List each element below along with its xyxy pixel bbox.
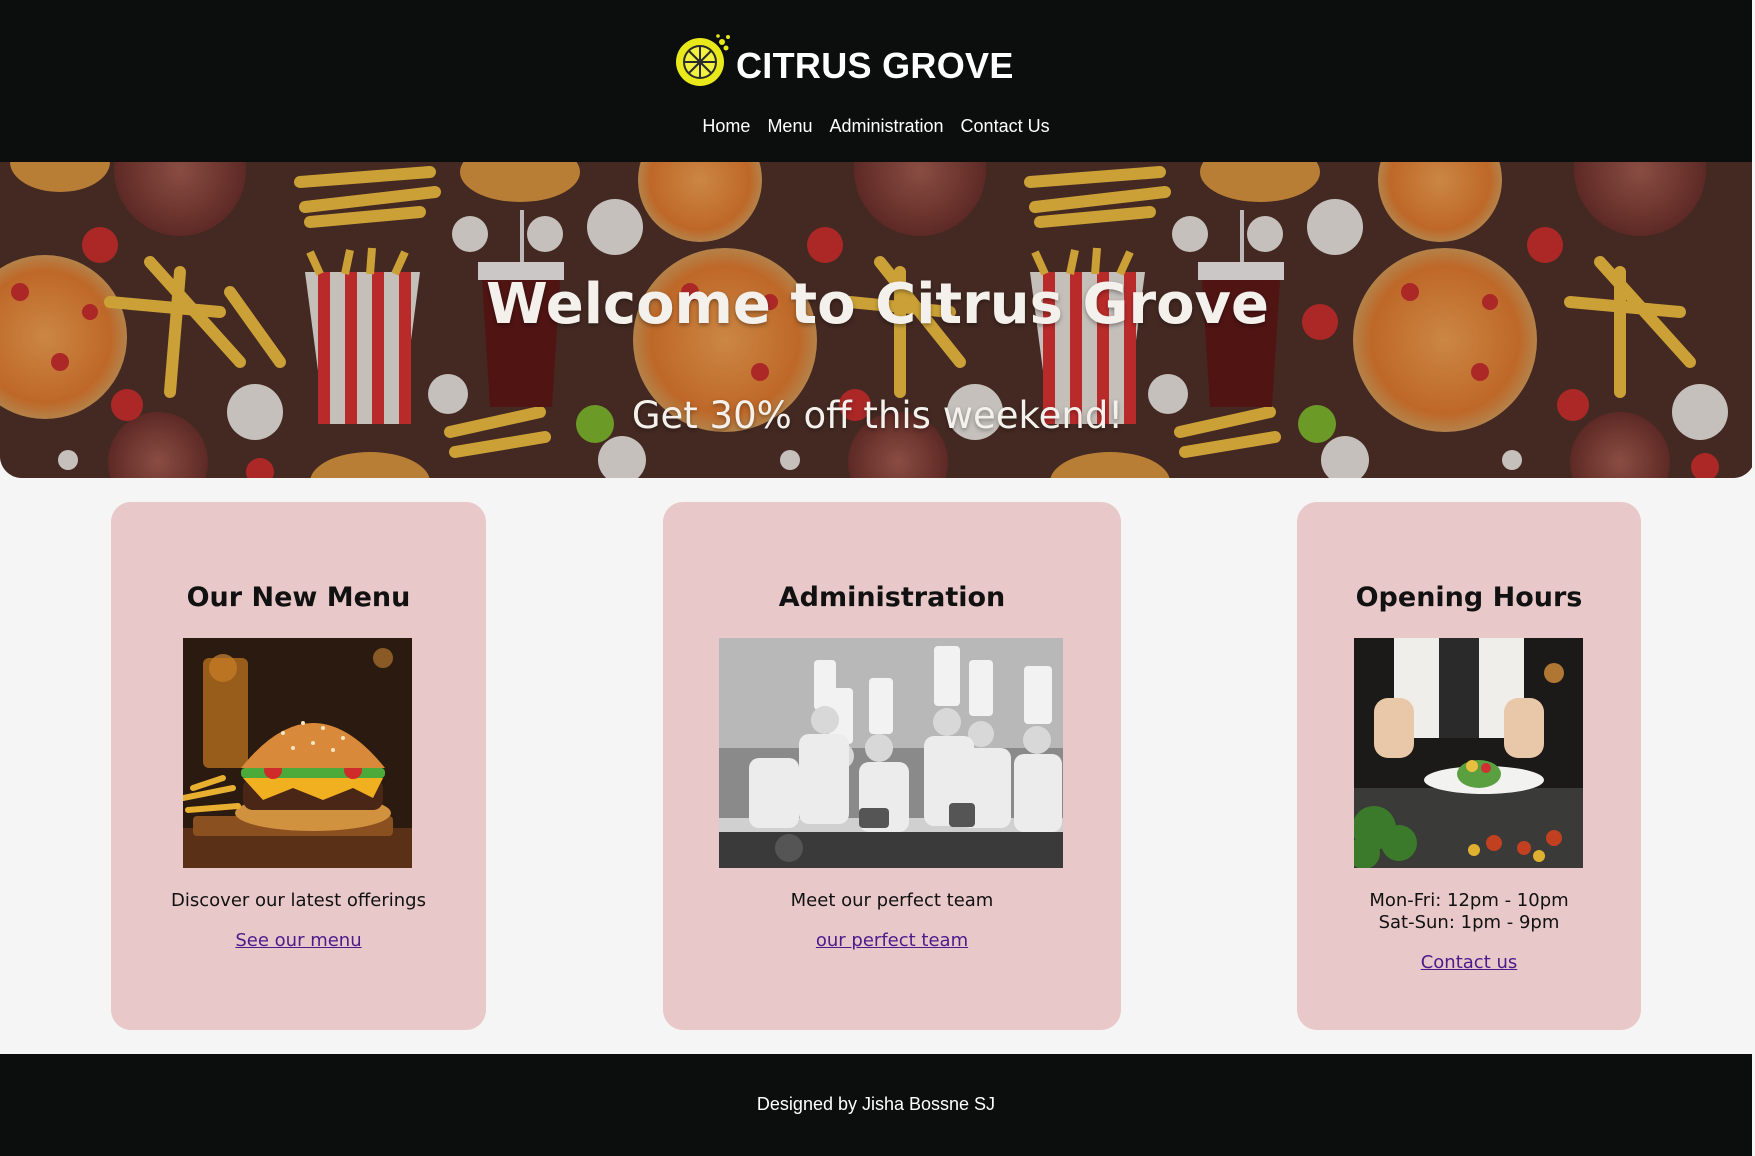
hero-subtitle: Get 30% off this weekend! — [631, 394, 1124, 437]
chefs-team-photo — [719, 638, 1063, 868]
nav-contact-link[interactable]: Contact Us — [961, 116, 1050, 136]
weekday-hours: Mon-Fri: 12pm - 10pm — [1369, 890, 1569, 911]
card-title: Administration — [778, 582, 1006, 613]
hero-banner: Welcome to Citrus Grove Get 30% off this… — [0, 162, 1755, 478]
menu-card: Our New Menu Discover our latest offerin… — [111, 502, 486, 1030]
nav-menu-link[interactable]: Menu — [767, 116, 812, 136]
contact-link[interactable]: Contact us — [1297, 952, 1641, 973]
brand[interactable]: CITRUS GROVE — [674, 30, 1014, 90]
hours-text: Mon-Fri: 12pm - 10pm Sat-Sun: 1pm - 9pm — [1297, 890, 1641, 934]
footer-credit: Designed by Jisha Bossne SJ — [756, 1094, 996, 1114]
main-nav: Home Menu Administration Contact Us — [0, 116, 1752, 137]
weekend-hours: Sat-Sun: 1pm - 9pm — [1378, 912, 1560, 933]
card-description: Discover our latest offerings — [171, 890, 426, 911]
card-description: Meet our perfect team — [790, 890, 994, 911]
card-title: Our New Menu — [186, 582, 411, 613]
see-menu-link[interactable]: See our menu — [111, 930, 486, 951]
burger-photo — [183, 638, 412, 868]
card-title: Opening Hours — [1355, 582, 1583, 613]
site-header: CITRUS GROVE Home Menu Administration Co… — [0, 0, 1752, 162]
lemon-slice-icon — [674, 32, 734, 88]
hero-title: Welcome to Citrus Grove — [485, 272, 1270, 337]
administration-card: Administration Meet our perfect team our… — [663, 502, 1121, 1030]
opening-hours-card: Opening Hours Mon-Fri: 12pm - 10pm Sat-S… — [1297, 502, 1641, 1030]
brand-name: CITRUS GROVE — [736, 45, 1014, 86]
nav-administration-link[interactable]: Administration — [829, 116, 943, 136]
chef-plating-photo — [1354, 638, 1583, 868]
nav-home-link[interactable]: Home — [702, 116, 750, 136]
site-footer: Designed by Jisha Bossne SJ — [0, 1054, 1752, 1156]
team-link[interactable]: our perfect team — [663, 930, 1121, 951]
